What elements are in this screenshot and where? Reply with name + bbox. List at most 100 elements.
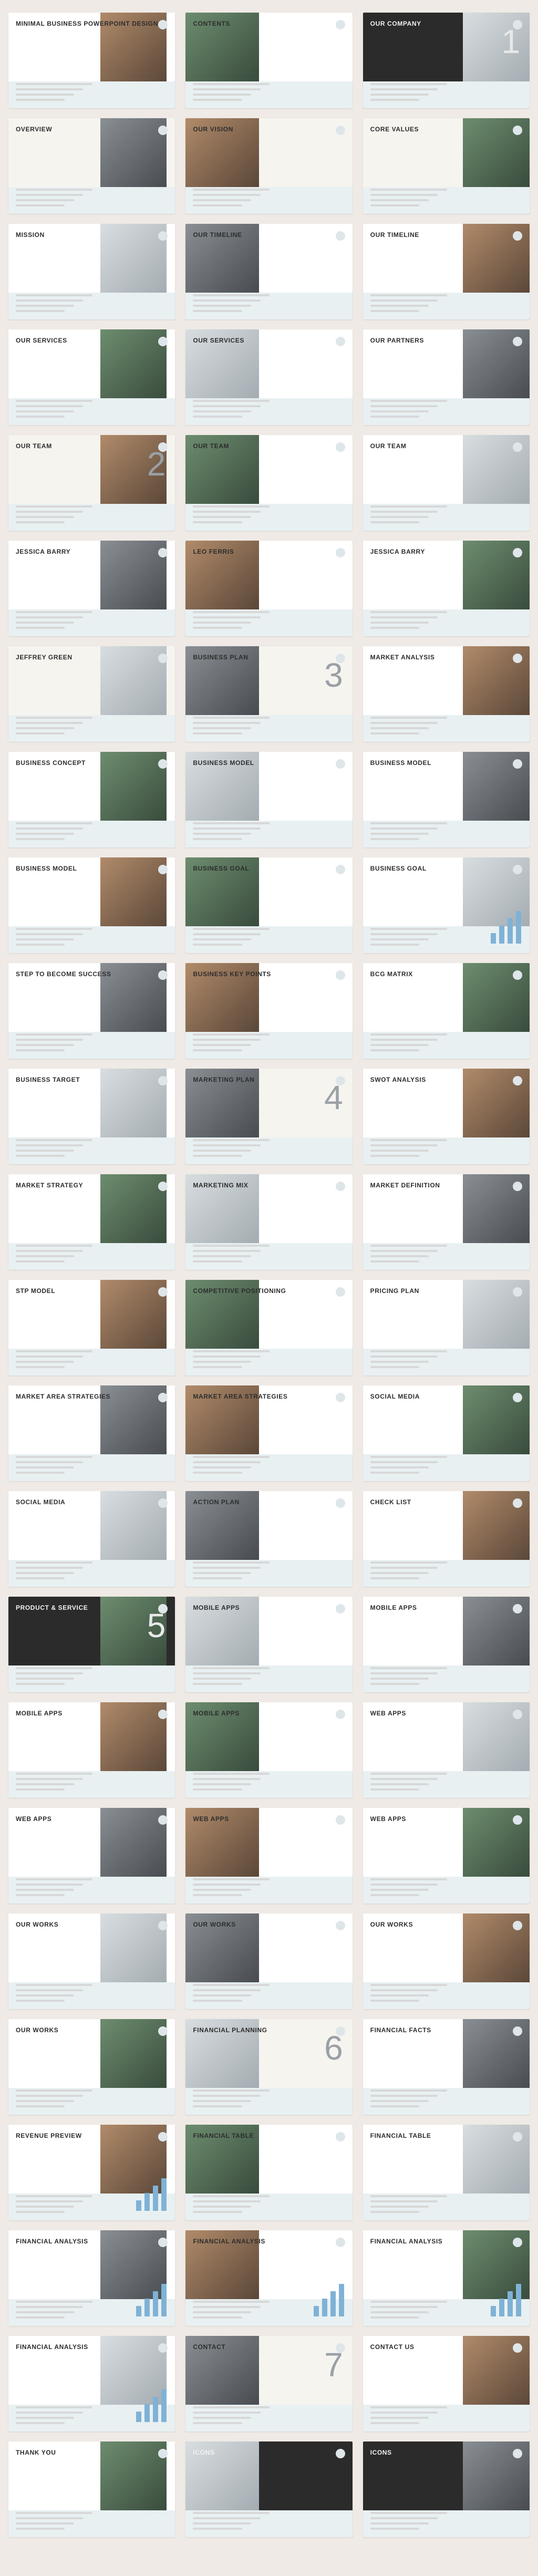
text-line xyxy=(193,189,270,191)
slide-title: MARKET ANALYSIS xyxy=(370,654,435,661)
slide-thumbnail[interactable]: BCG MATRIX xyxy=(363,963,530,1059)
slide-thumbnail[interactable]: OUR WORKS xyxy=(8,1913,175,2009)
slide-thumbnail[interactable]: OVERVIEW xyxy=(8,118,175,214)
slide-thumbnail[interactable]: MOBILE APPS xyxy=(185,1702,353,1798)
slide-thumbnail[interactable]: PRICING PLAN xyxy=(363,1280,530,1375)
slide-thumbnail[interactable]: MARKET AREA STRATEGIES xyxy=(185,1385,353,1481)
slide-thumbnail[interactable]: MARKET ANALYSIS xyxy=(363,646,530,742)
slide-thumbnail[interactable]: MARKET STRATEGY xyxy=(8,1174,175,1270)
text-line xyxy=(193,1788,242,1791)
text-line xyxy=(193,1033,270,1036)
slide-thumbnail[interactable]: WEB APPS xyxy=(363,1702,530,1798)
slide-thumbnail[interactable]: MARKET DEFINITION xyxy=(363,1174,530,1270)
slide-thumbnail[interactable]: WEB APPS xyxy=(8,1808,175,1903)
slide-thumbnail[interactable]: MOBILE APPS xyxy=(8,1702,175,1798)
text-line xyxy=(193,1567,261,1569)
slide-text-lines xyxy=(370,397,447,418)
slide-thumbnail[interactable]: WEB APPS xyxy=(363,1808,530,1903)
slide-title: FINANCIAL TABLE xyxy=(370,2132,431,2139)
slide-thumbnail[interactable]: BUSINESS MODEL xyxy=(8,857,175,953)
slide-thumbnail[interactable]: REVENUE PREVIEW xyxy=(8,2125,175,2220)
slide-thumbnail[interactable]: BUSINESS PLAN 3 xyxy=(185,646,353,742)
text-line xyxy=(16,516,74,518)
slide-thumbnail[interactable]: BUSINESS CONCEPT xyxy=(8,752,175,847)
slide-thumbnail[interactable]: Jeffrey Green xyxy=(8,646,175,742)
text-line xyxy=(193,833,252,835)
slide-thumbnail[interactable]: OUR VISION xyxy=(185,118,353,214)
slide-thumbnail[interactable]: CONTENTS xyxy=(185,13,353,108)
slide-thumbnail[interactable]: MINIMAL BUSINESS POWERPOINT DESIGN xyxy=(8,13,175,108)
text-line xyxy=(370,310,420,312)
slide-thumbnail[interactable]: STEP TO BECOME SUCCESS xyxy=(8,963,175,1059)
slide-thumbnail[interactable]: OUR WORKS xyxy=(363,1913,530,2009)
slide-thumbnail[interactable]: SOCIAL MEDIA xyxy=(8,1491,175,1587)
text-line xyxy=(193,94,252,96)
text-line xyxy=(16,305,74,307)
text-line xyxy=(193,1461,261,1463)
slide-icon xyxy=(513,1498,522,1508)
slide-thumbnail[interactable]: MARKET AREA STRATEGIES xyxy=(8,1385,175,1481)
slide-thumbnail[interactable]: SOCIAL MEDIA xyxy=(363,1385,530,1481)
slide-thumbnail[interactable]: BUSINESS GOAL xyxy=(185,857,353,953)
slide-thumbnail[interactable]: BUSINESS MODEL xyxy=(363,752,530,847)
slide-thumbnail[interactable]: OUR SERVICES xyxy=(8,329,175,425)
slide-thumbnail[interactable]: SWOT ANALYSIS xyxy=(363,1069,530,1164)
text-line xyxy=(370,1033,447,1036)
slide-thumbnail[interactable]: FINANCIAL TABLE xyxy=(185,2125,353,2220)
text-line xyxy=(193,1039,261,1041)
slide-thumbnail[interactable]: BUSINESS GOAL xyxy=(363,857,530,953)
slide-thumbnail[interactable]: CONTACT 7 xyxy=(185,2336,353,2432)
text-line xyxy=(370,2089,447,2092)
slide-thumbnail[interactable]: Leo Ferris xyxy=(185,541,353,636)
slide-thumbnail[interactable]: MOBILE APPS xyxy=(363,1597,530,1692)
slide-thumbnail[interactable]: FINANCIAL PLANNING 6 xyxy=(185,2019,353,2115)
slide-thumbnail[interactable]: OUR TEAM 2 xyxy=(8,435,175,531)
text-line xyxy=(193,1994,252,1996)
slide-thumbnail[interactable]: BUSINESS MODEL xyxy=(185,752,353,847)
slide-thumbnail[interactable]: THANK YOU xyxy=(8,2441,175,2537)
text-line xyxy=(16,2100,74,2102)
slide-title: MARKET DEFINITION xyxy=(370,1182,440,1189)
slide-thumbnail[interactable]: OUR TIMELINE xyxy=(363,224,530,319)
slide-thumbnail[interactable]: OUR TIMELINE xyxy=(185,224,353,319)
slide-thumbnail[interactable]: OUR PARTNERS xyxy=(363,329,530,425)
slide-thumbnail[interactable]: WEB APPS xyxy=(185,1808,353,1903)
slide-thumbnail[interactable]: FINANCIAL ANALYSIS xyxy=(185,2230,353,2326)
text-line xyxy=(16,189,92,191)
text-line xyxy=(370,1260,420,1263)
slide-thumbnail[interactable]: Jessica Barry xyxy=(8,541,175,636)
text-line xyxy=(193,1366,242,1368)
text-line xyxy=(193,938,252,940)
slide-thumbnail[interactable]: PRODUCT & SERVICE 5 xyxy=(8,1597,175,1692)
slide-thumbnail[interactable]: OUR TEAM xyxy=(185,435,353,531)
slide-thumbnail[interactable]: MARKETING PLAN 4 xyxy=(185,1069,353,1164)
slide-thumbnail[interactable]: FINANCIAL ANALYSIS xyxy=(363,2230,530,2326)
slide-thumbnail[interactable]: MISSION xyxy=(8,224,175,319)
slide-icon xyxy=(335,1287,345,1297)
slide-thumbnail[interactable]: STP MODEL xyxy=(8,1280,175,1375)
slide-thumbnail[interactable]: MOBILE APPS xyxy=(185,1597,353,1692)
slide-thumbnail[interactable]: OUR TEAM xyxy=(363,435,530,531)
slide-thumbnail[interactable]: MARKETING MIX xyxy=(185,1174,353,1270)
slide-title: WEB APPS xyxy=(370,1710,407,1717)
slide-thumbnail[interactable]: FINANCIAL ANALYSIS xyxy=(8,2230,175,2326)
slide-thumbnail[interactable]: COMPETITIVE POSITIONING xyxy=(185,1280,353,1375)
slide-thumbnail[interactable]: ICONS xyxy=(185,2441,353,2537)
slide-thumbnail[interactable]: OUR SERVICES xyxy=(185,329,353,425)
slide-thumbnail[interactable]: OUR COMPANY 1 xyxy=(363,13,530,108)
slide-icon xyxy=(513,1604,522,1613)
slide-thumbnail[interactable]: OUR WORKS xyxy=(8,2019,175,2115)
slide-thumbnail[interactable]: ICONS xyxy=(363,2441,530,2537)
slide-thumbnail[interactable]: CONTACT US xyxy=(363,2336,530,2432)
slide-thumbnail[interactable]: FINANCIAL TABLE xyxy=(363,2125,530,2220)
slide-thumbnail[interactable]: CHECK LIST xyxy=(363,1491,530,1587)
slide-thumbnail[interactable]: OUR WORKS xyxy=(185,1913,353,2009)
slide-thumbnail[interactable]: BUSINESS TARGET xyxy=(8,1069,175,1164)
slide-thumbnail[interactable]: CORE VALUES xyxy=(363,118,530,214)
text-line xyxy=(370,622,429,624)
slide-thumbnail[interactable]: FINANCIAL FACTS xyxy=(363,2019,530,2115)
slide-thumbnail[interactable]: FINANCIAL ANALYSIS xyxy=(8,2336,175,2432)
slide-thumbnail[interactable]: Jessica Barry xyxy=(363,541,530,636)
slide-thumbnail[interactable]: BUSINESS KEY POINTS xyxy=(185,963,353,1059)
slide-thumbnail[interactable]: ACTION PLAN xyxy=(185,1491,353,1587)
